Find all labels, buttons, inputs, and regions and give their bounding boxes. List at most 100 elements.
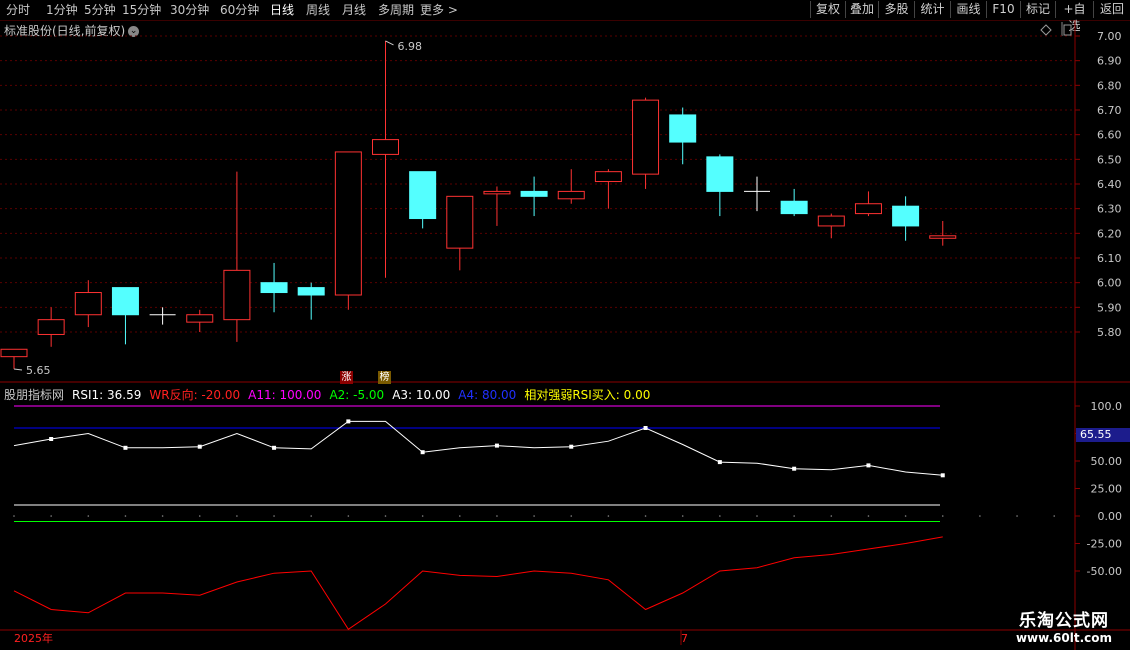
zero-dot (13, 515, 15, 517)
zero-dot (533, 515, 535, 517)
zero-dot (904, 515, 907, 517)
stock-chart[interactable]: 7.00 6.90 6.80 6.70 6.60 6.50 6.40 6.30 6.20 6.10… (0, 0, 1130, 650)
candle-body-up (929, 235, 957, 239)
rsi-point (197, 444, 202, 449)
candle-body-up (594, 171, 622, 183)
candle-body-up (223, 269, 251, 321)
price-axis-label: 6.10 (1097, 252, 1122, 265)
price-axis-label: 6.80 (1097, 79, 1122, 92)
zero-dot (459, 515, 461, 517)
rsi-point (494, 443, 499, 448)
price-axis-label: 6.30 (1097, 203, 1122, 216)
price-axis-label: 6.50 (1097, 153, 1122, 166)
zero-dot (681, 515, 684, 517)
zero-dot (644, 515, 647, 517)
candle-body-down (520, 190, 548, 197)
high-marker (385, 40, 394, 46)
zero-dot (161, 515, 164, 517)
buy-signal-label: 相对强弱RSI买入: 0.00 (524, 388, 651, 402)
candle-body-up (186, 314, 214, 323)
zero-dot (793, 515, 795, 517)
candle-body-down (260, 282, 288, 294)
zero-dot (719, 515, 721, 517)
candle-body-up (817, 215, 845, 227)
high-price-label: 6.98 (398, 40, 423, 53)
wr-label: WR反向: -20.00 (149, 388, 241, 402)
watermark: 乐淘公式网 www.60lt.com (1016, 606, 1112, 645)
price-axis-label: 6.70 (1097, 104, 1122, 117)
zero-dot (124, 515, 127, 517)
ind-axis-label: 25.00 (1091, 483, 1123, 496)
zero-dot (1016, 515, 1018, 517)
a3-label: A3: 10.00 (392, 388, 451, 402)
rsi-point (643, 426, 648, 430)
price-axis-label: 7.00 (1097, 30, 1122, 43)
zero-dot (979, 515, 981, 517)
rsi-point (272, 445, 277, 450)
price-axis-label: 5.90 (1097, 301, 1122, 314)
rsi-point (717, 460, 722, 465)
zero-dot (273, 515, 275, 517)
year-label: 2025年 (14, 631, 53, 645)
candle-body-up (0, 348, 28, 358)
rsi1-label: RSI1: 36.59 (72, 388, 142, 402)
series-wr (13, 536, 943, 631)
rsi-point (420, 450, 425, 455)
series-rsi1 (13, 420, 943, 476)
zero-dot (496, 515, 498, 517)
zero-dot (236, 515, 238, 517)
a11-label: A11: 100.00 (248, 388, 322, 402)
candle-body-down (892, 205, 920, 227)
ind-axis-label: 50.00 (1091, 455, 1123, 468)
price-axis-label: 5.80 (1097, 326, 1122, 339)
candle-body-up (854, 203, 882, 215)
a2-label: A2: -5.00 (329, 388, 385, 402)
candle-body-up (632, 99, 660, 175)
price-axis-label: 6.00 (1097, 277, 1122, 290)
indicator-bar: 股朋指标网 RSI1: 36.59 WR反向: -20.00 A11: 100.00 A… (4, 386, 658, 403)
price-axis-label: 6.60 (1097, 129, 1122, 142)
candle-body-up (372, 139, 399, 155)
price-axis-label: 6.90 (1097, 55, 1122, 68)
low-price-label: 5.65 (26, 364, 51, 377)
candle-body-up (334, 151, 362, 296)
panel-toggle-icon (1063, 24, 1072, 36)
price-axis-label: 6.40 (1097, 178, 1122, 191)
price-axis-label: 6.20 (1097, 227, 1122, 240)
badge-zhang[interactable]: 涨 (340, 371, 353, 384)
current-value-box: 65.55 (1076, 428, 1130, 442)
month-label: 7 (681, 632, 688, 645)
badge-bang[interactable]: 榜 (378, 371, 391, 384)
ind-axis-label: -25.00 (1087, 538, 1122, 551)
candle-body-down (780, 200, 808, 215)
zero-dot (830, 515, 833, 517)
candle-body-up (557, 190, 585, 200)
a4-label: A4: 80.00 (458, 388, 517, 402)
watermark-title: 乐淘公式网 (1018, 611, 1109, 631)
candle-body-up (483, 190, 511, 195)
indicator-name[interactable]: 股朋指标网 (4, 388, 64, 402)
rsi-point (123, 445, 128, 450)
zero-dot (867, 515, 870, 517)
zero-dot (87, 515, 90, 517)
candle-body-down (706, 156, 734, 192)
ind-axis-label: 0.00 (1098, 510, 1123, 523)
candle-body-down (111, 287, 139, 316)
rsi-point (940, 473, 945, 478)
candle-body-down (409, 171, 437, 220)
candle-body-up (37, 319, 65, 335)
zero-dot (1053, 515, 1055, 517)
watermark-url: www.60lt.com (1015, 631, 1112, 645)
ind-axis-label: -50.00 (1087, 565, 1122, 578)
zero-dot (756, 515, 758, 517)
low-marker (13, 368, 23, 371)
zero-dot (384, 515, 387, 517)
zero-dot (421, 515, 424, 517)
zero-dot (198, 515, 201, 517)
zero-dot (310, 515, 313, 517)
zero-dot (347, 515, 350, 517)
candle-body-down (669, 114, 697, 143)
rsi-point (866, 463, 871, 468)
diamond-icon (1040, 24, 1052, 36)
rsi-point (792, 466, 797, 471)
